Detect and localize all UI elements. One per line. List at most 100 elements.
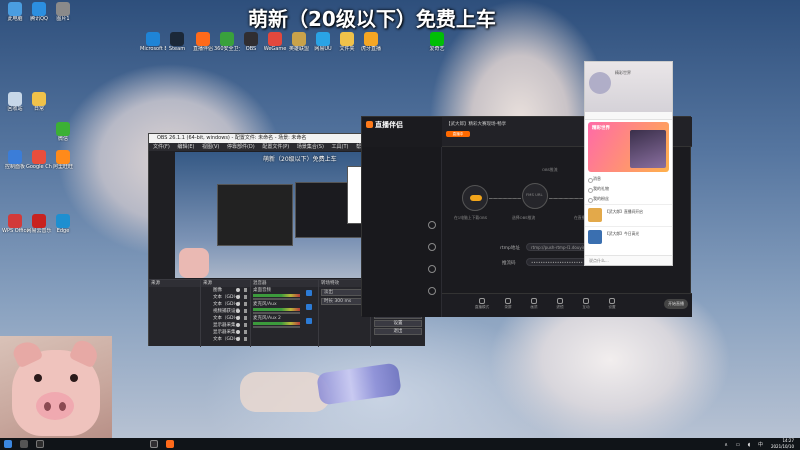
taskview-icon[interactable]	[36, 440, 44, 448]
desktop-icon[interactable]: 虎牙直播	[358, 32, 384, 52]
exit-button[interactable]: 退出	[374, 328, 422, 335]
lock-icon[interactable]	[244, 316, 247, 320]
eye-icon[interactable]	[236, 330, 240, 334]
tool-settings[interactable]: 设置	[602, 298, 622, 310]
desktop-icon[interactable]: 阿里旺旺	[50, 150, 76, 170]
sidebar-data-icon[interactable]	[428, 265, 436, 273]
phone-tabs[interactable]	[585, 112, 672, 120]
settings-button[interactable]: 设置	[374, 320, 422, 327]
sidebar-settings-icon[interactable]	[428, 287, 436, 295]
sidebar-live-icon[interactable]	[428, 243, 436, 251]
tool-mode[interactable]: 直播模式	[472, 298, 492, 310]
desktop-icon[interactable]: Steam	[164, 32, 190, 52]
desktop-icon[interactable]: OBS	[238, 32, 264, 52]
desktop-icon[interactable]: 腾讯QQ	[26, 2, 52, 22]
desktop-icon[interactable]: 微信	[50, 122, 76, 142]
lock-icon[interactable]	[244, 302, 247, 306]
tool-quality[interactable]: 画质	[524, 298, 544, 310]
source-row[interactable]: 文本（GDI+）	[201, 294, 250, 301]
desktop-icon[interactable]: 爱奇艺	[424, 32, 450, 52]
desktop-icon[interactable]: WeGame	[262, 32, 288, 52]
source-row[interactable]: 文本（GDI+）	[201, 315, 250, 322]
desktop-icon[interactable]: 网易UU	[310, 32, 336, 52]
desktop-icon[interactable]: 此电脑	[2, 2, 28, 22]
eye-icon[interactable]	[236, 316, 240, 320]
desktop-icon[interactable]: 文件夹	[334, 32, 360, 52]
lock-icon[interactable]	[244, 309, 247, 313]
speaker-icon[interactable]	[306, 290, 312, 296]
menu-item-scene-collection[interactable]: 场景集合(S)	[297, 144, 324, 150]
source-row[interactable]: 视频捕获设备	[201, 308, 250, 315]
desktop-icon[interactable]: WPS Office	[2, 214, 28, 234]
speaker-icon[interactable]	[306, 318, 312, 324]
volume-slider[interactable]	[253, 298, 300, 300]
menu-item-file[interactable]: 文件(F)	[153, 144, 170, 150]
source-row[interactable]: 文本（GDI+）	[201, 301, 250, 308]
desktop-icon[interactable]: Edge	[50, 214, 76, 234]
desktop-icon-label: WeGame	[263, 46, 287, 52]
desktop-icon[interactable]: 图片1	[50, 2, 76, 22]
start-live-button[interactable]: 开始直播	[664, 299, 688, 309]
eye-icon[interactable]	[236, 323, 240, 327]
desktop-icon[interactable]: 控制面板	[2, 150, 28, 170]
start-button[interactable]	[4, 440, 12, 448]
search-icon[interactable]	[20, 440, 28, 448]
volume-slider[interactable]	[253, 312, 300, 314]
desktop-icon[interactable]: Google Chrome	[26, 150, 52, 170]
avatar[interactable]	[589, 72, 611, 94]
duration-label: 时长	[324, 299, 333, 304]
taskbar-companion-icon[interactable]	[166, 440, 174, 448]
eye-icon[interactable]	[236, 337, 240, 341]
desktop-icon[interactable]: 回收站	[2, 92, 28, 112]
level-meter	[253, 294, 300, 297]
lock-icon[interactable]	[244, 330, 247, 334]
desktop-icon[interactable]: 日常	[26, 92, 52, 112]
tool-record[interactable]: 录屏	[498, 298, 518, 310]
system-tray[interactable]: ∧ ▭ ◖ 中	[724, 441, 766, 448]
clock-date: 2021/10/10	[770, 444, 794, 449]
menu-item-profile[interactable]: 配置文件(P)	[262, 144, 289, 150]
app-icon	[32, 214, 46, 228]
mixer-row[interactable]: 麦克风/Aux	[251, 301, 318, 315]
mixer-row[interactable]: 麦克风/Aux 2	[251, 315, 318, 329]
menu-item-tools[interactable]: 工具(T)	[332, 144, 349, 150]
eye-icon[interactable]	[236, 302, 240, 306]
speaker-icon[interactable]	[306, 304, 312, 310]
source-row[interactable]: 显示器采集	[201, 329, 250, 336]
menu-item-view[interactable]: 视图(V)	[202, 144, 219, 150]
list-item[interactable]: 我的礼物	[585, 184, 672, 194]
tool-interact[interactable]: 互动	[576, 298, 596, 310]
source-row[interactable]: 文本（GDI+）	[201, 336, 250, 343]
source-row[interactable]: 显示器采集	[201, 322, 250, 329]
lock-icon[interactable]	[244, 295, 247, 299]
phone-banner[interactable]: 精彩世界	[588, 122, 669, 172]
eye-icon[interactable]	[236, 309, 240, 313]
menu-item-docks[interactable]: 停靠部件(D)	[227, 144, 255, 150]
desktop-icon[interactable]: 直播伴侣	[190, 32, 216, 52]
menu-item-edit[interactable]: 编辑(E)	[177, 144, 194, 150]
eye-icon[interactable]	[236, 288, 240, 292]
lock-icon[interactable]	[244, 288, 247, 292]
sidebar-home-icon[interactable]	[428, 221, 436, 229]
lock-icon[interactable]	[244, 323, 247, 327]
chat-input[interactable]: 说点什么...	[585, 255, 672, 265]
phone-chat-panel[interactable]: 精彩世界 精彩世界 消息 我的礼物 我的粉丝 【武大郎】直播间开启 【武大郎】今…	[584, 61, 673, 266]
source-row[interactable]: 图像	[201, 287, 250, 294]
tool-filter[interactable]: 滤镜	[550, 298, 570, 310]
desktop-icon[interactable]: 网易云音乐	[26, 214, 52, 234]
feed-item[interactable]: 【武大郎】直播间开启	[585, 204, 672, 226]
volume-slider[interactable]	[253, 326, 300, 328]
desktop-icon[interactable]: 360安全卫士	[214, 32, 240, 52]
eye-icon[interactable]	[236, 295, 240, 299]
mixer-row[interactable]: 桌面音频	[251, 287, 318, 301]
desktop-icon[interactable]: Microsoft Edge	[140, 32, 166, 52]
list-item[interactable]: 消息	[585, 174, 672, 184]
gear-icon	[609, 298, 615, 304]
lock-icon[interactable]	[244, 337, 247, 341]
clock[interactable]: 14:27 2021/10/10	[771, 438, 794, 450]
app-icon	[8, 2, 22, 16]
desktop-icon[interactable]: 英雄联盟	[286, 32, 312, 52]
taskbar-obs-icon[interactable]	[150, 440, 158, 448]
feed-item[interactable]: 【武大郎】今日高光	[585, 226, 672, 248]
list-item[interactable]: 我的粉丝	[585, 194, 672, 204]
